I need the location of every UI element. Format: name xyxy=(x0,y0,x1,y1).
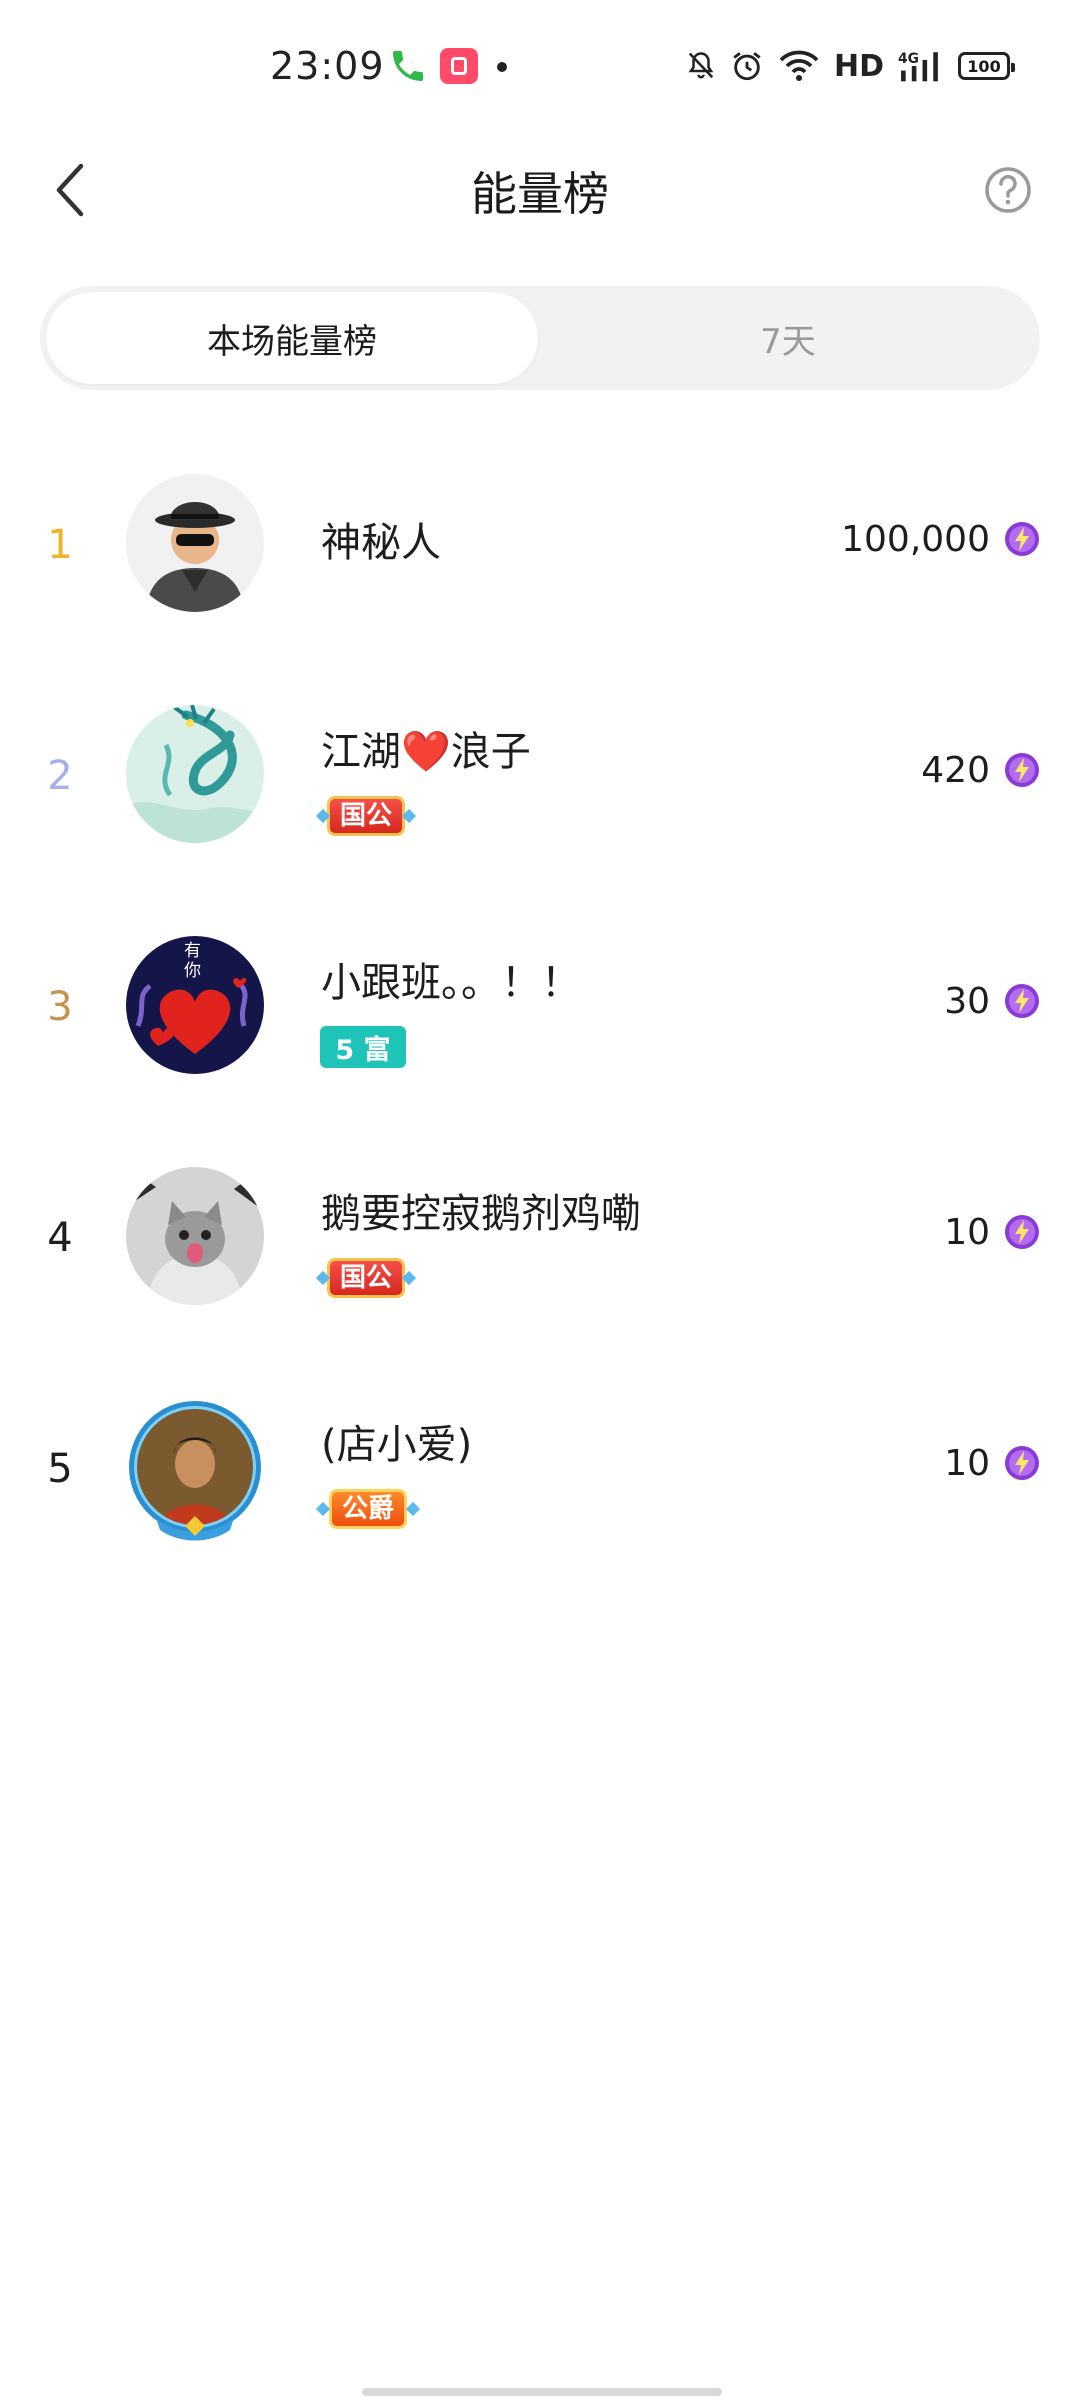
user-name: 鹅要控寂鹅剂鸡嘞 xyxy=(321,1191,641,1237)
heart-avatar-icon: 有 你 xyxy=(126,936,264,1074)
badge-rank-title: 国公 xyxy=(320,795,412,837)
score-value: 420 xyxy=(921,749,990,791)
avatar[interactable] xyxy=(126,474,264,612)
signal-4g-icon: 4G xyxy=(898,51,938,82)
rank-number: 2 xyxy=(47,753,73,799)
ranking-list: 1 神秘人 100,000 2 江湖❤️浪子 国公 420 3 有 你 小跟班。… xyxy=(0,450,1080,1605)
user-name: 神秘人 xyxy=(321,520,441,566)
avatar[interactable]: 有 你 xyxy=(126,936,264,1074)
app-notification-icon xyxy=(440,48,478,84)
battery-level: 100 xyxy=(967,56,1001,76)
ranking-row[interactable]: 2 江湖❤️浪子 国公 420 xyxy=(0,681,1080,912)
framed-person-avatar-icon xyxy=(129,1401,261,1541)
page-title: 能量榜 xyxy=(471,167,609,221)
battery-icon: 100 xyxy=(958,52,1015,80)
mystery-person-avatar-icon xyxy=(126,474,264,612)
cat-avatar-icon xyxy=(126,1167,264,1305)
lightning-energy-icon xyxy=(1005,984,1039,1018)
tab-current-session[interactable]: 本场能量榜 xyxy=(46,292,538,384)
avatar-caption: 有 xyxy=(184,941,201,961)
score-value: 30 xyxy=(944,980,990,1022)
rank-number: 5 xyxy=(47,1446,73,1492)
question-mark-icon xyxy=(985,167,1031,213)
user-name: 小跟班。。！！ xyxy=(321,960,581,1006)
home-indicator[interactable] xyxy=(362,2388,722,2396)
avatar[interactable] xyxy=(126,705,264,843)
alarm-icon xyxy=(733,52,761,81)
tab-seven-days[interactable]: 7天 xyxy=(542,292,1034,384)
ranking-row[interactable]: 4 鹅要控寂鹅剂鸡嘞 国公 10 xyxy=(0,1143,1080,1374)
badge-label: 国公 xyxy=(326,1258,405,1298)
badge-rank-title: 公爵 xyxy=(320,1488,416,1530)
lightning-energy-icon xyxy=(1005,753,1039,787)
network-hd-label: HD xyxy=(833,48,884,84)
energy-score: 10 xyxy=(944,1438,1040,1488)
badge-label: 国公 xyxy=(326,796,405,836)
phone-call-icon xyxy=(393,51,423,81)
lightning-energy-icon xyxy=(1005,522,1039,556)
status-time: 23:09 xyxy=(270,44,385,88)
svg-text:4G: 4G xyxy=(898,51,919,67)
user-name: (店小爱) xyxy=(321,1422,473,1468)
status-bar: 23:09 HD 4G 100 xyxy=(0,0,1080,130)
avatar[interactable] xyxy=(126,1167,264,1305)
badge-label: 公爵 xyxy=(328,1489,407,1529)
energy-score: 10 xyxy=(944,1207,1040,1257)
score-value: 10 xyxy=(944,1211,990,1253)
ranking-row[interactable]: 3 有 你 小跟班。。！！ 5 富 30 xyxy=(0,912,1080,1143)
ranking-period-tabs: 本场能量榜 7天 xyxy=(40,286,1040,390)
score-value: 10 xyxy=(944,1442,990,1484)
dragon-avatar-icon xyxy=(126,705,264,843)
score-value: 100,000 xyxy=(841,518,990,560)
notification-dot-icon xyxy=(497,62,507,72)
wifi-icon xyxy=(779,50,819,81)
badge-rank-title: 国公 xyxy=(320,1257,412,1299)
rank-number: 4 xyxy=(47,1215,73,1261)
avatar[interactable] xyxy=(126,1398,264,1541)
status-indicators: HD 4G 100 xyxy=(686,44,1015,88)
energy-score: 100,000 xyxy=(841,514,1040,564)
rank-number: 3 xyxy=(47,984,73,1030)
lightning-energy-icon xyxy=(1005,1446,1039,1480)
user-name: 江湖❤️浪子 xyxy=(321,729,531,775)
ranking-row[interactable]: 5 (店小爱) 公爵 10 xyxy=(0,1374,1080,1605)
avatar-caption: 你 xyxy=(184,961,201,981)
energy-score: 30 xyxy=(944,976,1040,1026)
badge-wealth-level: 5 富 xyxy=(320,1026,406,1068)
energy-score: 420 xyxy=(921,745,1040,795)
bell-muted-icon xyxy=(688,52,714,79)
help-button[interactable] xyxy=(976,158,1040,222)
ranking-row[interactable]: 1 神秘人 100,000 xyxy=(0,450,1080,681)
top-bar: 能量榜 xyxy=(0,130,1080,250)
lightning-energy-icon xyxy=(1005,1215,1039,1249)
rank-number: 1 xyxy=(47,522,73,568)
